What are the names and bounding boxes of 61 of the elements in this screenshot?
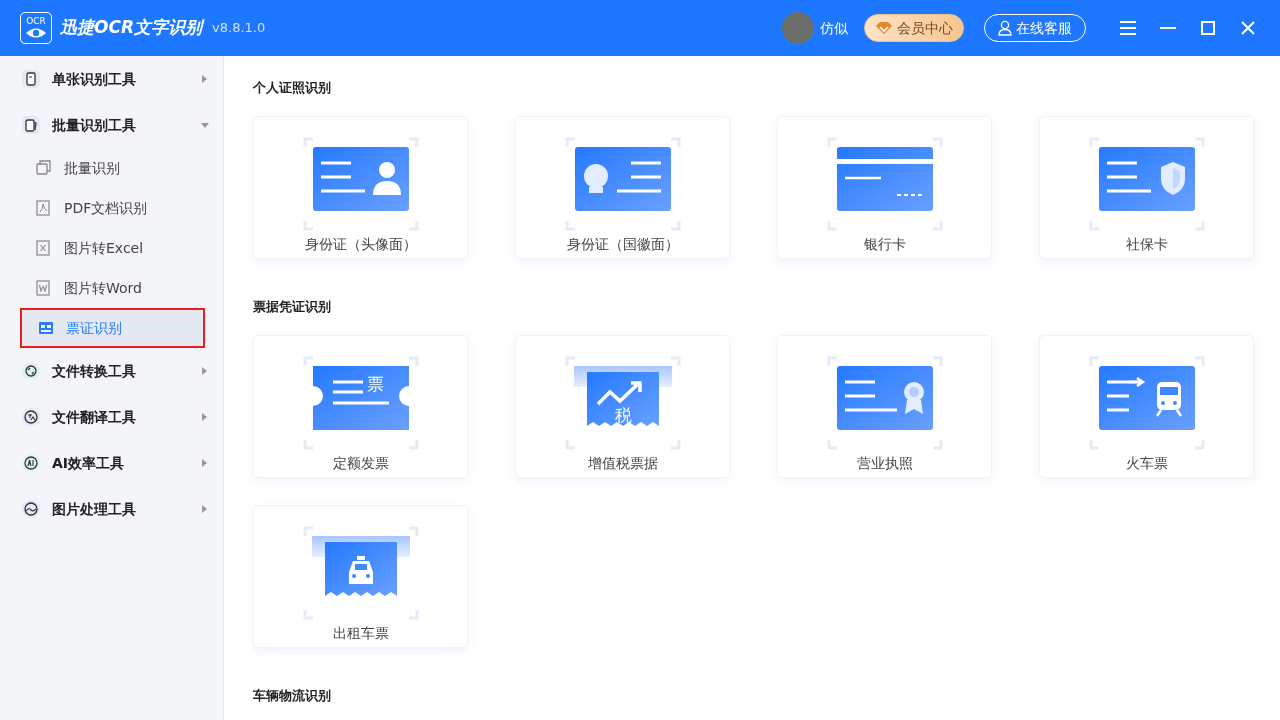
icon-glyph: 票	[366, 374, 383, 394]
id-card-person-icon	[303, 137, 418, 231]
excel-icon	[36, 240, 52, 256]
tool-card[interactable]: 火车票	[1039, 335, 1254, 478]
shield-card-icon	[1089, 137, 1204, 231]
maximize-icon	[1201, 21, 1215, 35]
logo-text: OCR	[26, 16, 46, 26]
ticket-icon	[38, 320, 54, 336]
sidebar-group[interactable]: 单张识别工具	[0, 56, 223, 102]
tool-card[interactable]: 出租车票	[253, 505, 468, 648]
user-name[interactable]: 仿似	[820, 17, 848, 39]
id-card-emblem-icon	[565, 137, 680, 231]
caret-right-icon	[201, 505, 209, 513]
ai-icon	[22, 454, 40, 472]
tax-receipt-icon	[565, 356, 680, 450]
documents-icon	[22, 116, 40, 134]
taxi-receipt-icon	[303, 526, 418, 620]
close-icon	[1241, 21, 1255, 35]
minimize-icon	[1160, 27, 1176, 29]
vip-center-button[interactable]: 会员中心	[864, 14, 964, 42]
caret-right-icon	[201, 75, 209, 83]
translate-icon	[22, 408, 40, 426]
tool-card[interactable]: 银行卡	[777, 116, 992, 259]
sidebar-group[interactable]: 批量识别工具	[0, 102, 223, 148]
copy-icon	[36, 160, 52, 176]
caret-down-icon	[201, 121, 209, 129]
section-title: 个人证照识别	[253, 79, 332, 97]
tool-card[interactable]: 票 定额发票	[253, 335, 468, 478]
section-title: 车辆物流识别	[253, 687, 332, 705]
tool-card[interactable]: 营业执照	[777, 335, 992, 478]
tool-card[interactable]: 税 增值税票据	[515, 335, 730, 478]
icon-glyph: 税	[614, 405, 631, 425]
person-icon	[998, 20, 1012, 36]
tool-card[interactable]: 身份证（国徽面）	[515, 116, 730, 259]
pdf-icon	[36, 200, 52, 216]
bank-card-icon	[827, 137, 942, 231]
image-icon	[22, 500, 40, 518]
refresh-icon	[22, 362, 40, 380]
sidebar-group[interactable]: 图片处理工具	[0, 486, 223, 532]
sidebar-item[interactable]: 图片转Excel	[20, 228, 205, 268]
caret-right-icon	[201, 367, 209, 375]
document-icon	[22, 70, 40, 88]
sidebar-item[interactable]: 图片转Word	[20, 268, 205, 308]
sidebar-item[interactable]: 批量识别	[20, 148, 205, 188]
sidebar-item[interactable]: PDF文档识别	[20, 188, 205, 228]
caret-right-icon	[201, 459, 209, 467]
diamond-icon	[875, 21, 893, 35]
train-ticket-icon	[1089, 356, 1204, 450]
version-label: v8.8.1.0	[212, 19, 266, 38]
license-certificate-icon	[827, 356, 942, 450]
sidebar-group[interactable]: 文件翻译工具	[0, 394, 223, 440]
word-icon	[36, 280, 52, 296]
sidebar-group[interactable]: AI效率工具	[0, 440, 223, 486]
ticket-stub-icon	[303, 356, 418, 450]
tool-card[interactable]: 社保卡	[1039, 116, 1254, 259]
menu-icon	[1120, 21, 1136, 35]
section-title: 票据凭证识别	[253, 298, 332, 316]
sidebar-group[interactable]: 文件转换工具	[0, 348, 223, 394]
app-name: 迅捷OCR文字识别	[60, 16, 203, 40]
caret-right-icon	[201, 413, 209, 421]
tool-card[interactable]: 身份证（头像面）	[253, 116, 468, 259]
